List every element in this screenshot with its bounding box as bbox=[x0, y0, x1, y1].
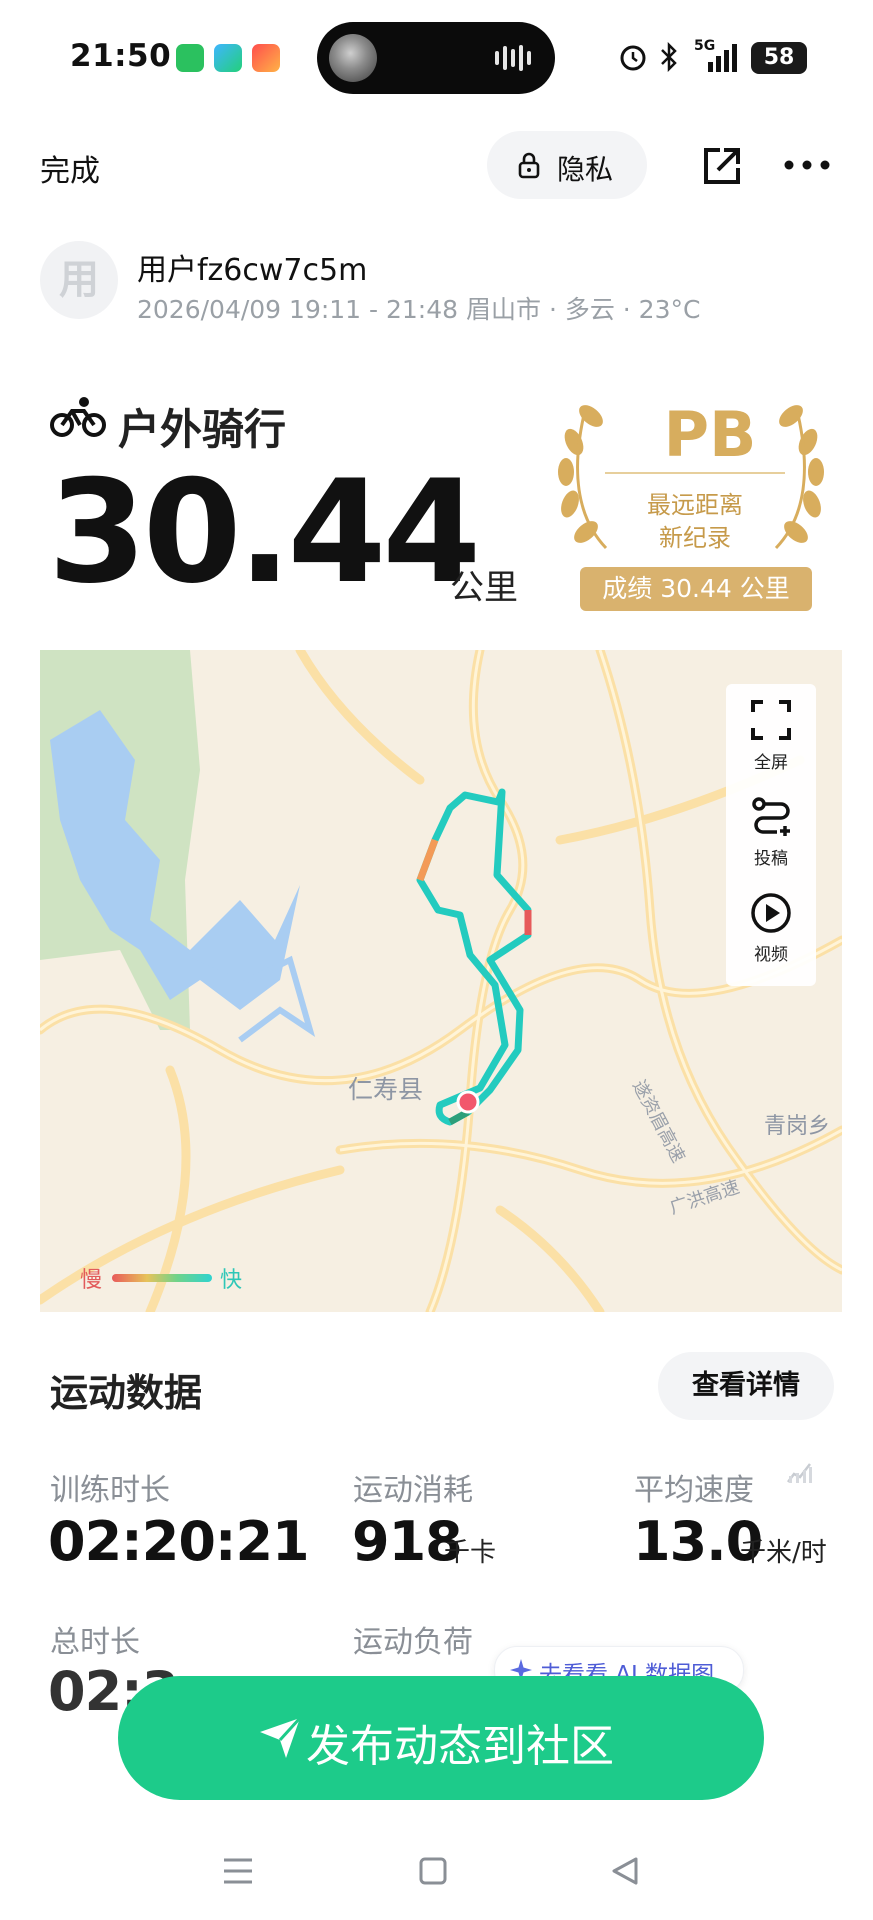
speed-chart-icon[interactable] bbox=[786, 1458, 814, 1484]
metric-label: 平均速度 bbox=[634, 1473, 754, 1508]
metric-value: 02:20:21 bbox=[48, 1510, 310, 1573]
tv-app-icon bbox=[214, 44, 242, 72]
video-button[interactable]: 视频 bbox=[726, 888, 816, 970]
user-name: 用户fz6cw7c5m bbox=[137, 253, 368, 288]
now-playing-avatar bbox=[329, 34, 377, 82]
alarm-icon bbox=[620, 45, 646, 71]
more-icon[interactable] bbox=[784, 158, 830, 172]
legend-fast: 快 bbox=[220, 1268, 243, 1293]
metric-unit: 千卡 bbox=[444, 1538, 497, 1568]
audio-wave-icon bbox=[495, 51, 499, 65]
send-icon bbox=[260, 1716, 302, 1758]
dynamic-island[interactable] bbox=[317, 22, 555, 94]
speed-legend-bar bbox=[112, 1274, 212, 1282]
map-label-county: 仁寿县 bbox=[348, 1075, 424, 1104]
play-video-icon bbox=[751, 893, 791, 933]
post-to-community-label: 发布动态到社区 bbox=[306, 1721, 614, 1772]
home-nav-icon[interactable] bbox=[418, 1856, 448, 1886]
done-button[interactable]: 完成 bbox=[40, 146, 100, 190]
battery-indicator: 58 bbox=[751, 42, 807, 74]
map-label-town: 青岗乡 bbox=[764, 1114, 831, 1139]
fullscreen-icon bbox=[751, 700, 791, 740]
audio-wave-bar bbox=[519, 45, 523, 71]
audio-wave-bar bbox=[527, 51, 531, 65]
privacy-label: 隐私 bbox=[557, 153, 614, 186]
game-app-icon bbox=[252, 44, 280, 72]
metric-label: 训练时长 bbox=[50, 1473, 170, 1508]
menu-nav-icon[interactable] bbox=[222, 1856, 254, 1886]
view-details-button[interactable]: 查看详情 bbox=[658, 1352, 834, 1420]
audio-wave-bar bbox=[511, 49, 515, 67]
route-map[interactable]: 仁寿县 青岗乡 遂资眉高速 广洪高速 全屏 投稿 视频 慢 快 bbox=[40, 650, 842, 1312]
privacy-button[interactable]: 隐私 bbox=[487, 131, 647, 199]
status-time: 21:50 bbox=[70, 38, 172, 74]
share-icon[interactable] bbox=[700, 144, 744, 188]
distance-unit: 公里 bbox=[450, 568, 518, 608]
post-to-community-button[interactable]: 发布动态到社区 bbox=[118, 1676, 764, 1800]
bluetooth-icon bbox=[661, 42, 677, 72]
wechat-icon bbox=[176, 44, 204, 72]
fullscreen-label: 全屏 bbox=[754, 753, 788, 773]
fullscreen-button[interactable]: 全屏 bbox=[726, 696, 816, 778]
metric-label: 运动消耗 bbox=[353, 1473, 473, 1508]
avatar[interactable]: 用 bbox=[40, 241, 118, 319]
distance-value: 30.44 bbox=[48, 450, 481, 615]
pb-subtitle-2: 新纪录 bbox=[659, 524, 731, 552]
signal-icon bbox=[708, 44, 737, 72]
activity-type: 户外骑行 bbox=[118, 405, 287, 454]
metric-unit: 千米/时 bbox=[740, 1538, 827, 1568]
activity-meta: 2026/04/09 19:11 - 21:48 眉山市 · 多云 · 23°C bbox=[137, 295, 701, 324]
pb-divider bbox=[605, 472, 785, 474]
route-submit-button[interactable]: 投稿 bbox=[726, 792, 816, 874]
route-submit-icon bbox=[752, 797, 790, 836]
pb-subtitle-1: 最远距离 bbox=[647, 491, 743, 519]
metric-label: 总时长 bbox=[50, 1625, 140, 1660]
section-title: 运动数据 bbox=[50, 1371, 203, 1415]
audio-wave-bar bbox=[503, 46, 507, 70]
back-nav-icon[interactable] bbox=[610, 1856, 640, 1886]
metric-label: 运动负荷 bbox=[353, 1625, 473, 1660]
pb-record: 成绩 30.44 公里 bbox=[580, 567, 812, 611]
route-submit-label: 投稿 bbox=[754, 849, 788, 869]
legend-slow: 慢 bbox=[80, 1268, 103, 1293]
bike-icon bbox=[50, 397, 106, 437]
pb-title: PB bbox=[663, 398, 757, 471]
lock-icon bbox=[518, 152, 540, 179]
map-toolbar: 全屏 投稿 视频 bbox=[726, 684, 816, 986]
map-background bbox=[40, 650, 842, 1312]
video-label: 视频 bbox=[754, 945, 788, 965]
